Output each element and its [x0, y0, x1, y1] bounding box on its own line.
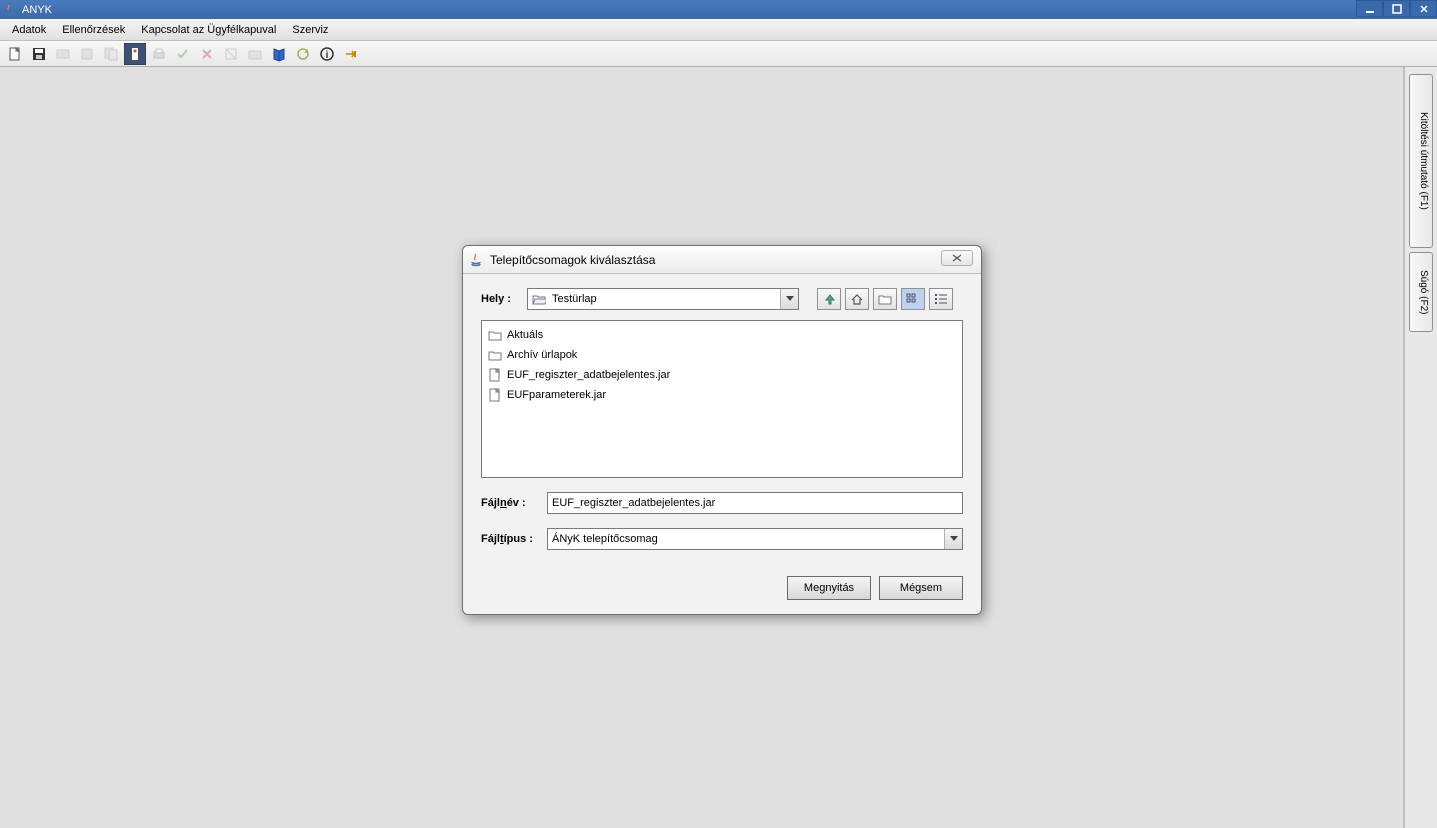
- filetype-label: Fájltípus :: [481, 533, 541, 545]
- refresh-icon[interactable]: [292, 43, 314, 65]
- toolbar: i: [0, 41, 1437, 67]
- menu-ellenorzesek[interactable]: Ellenőrzések: [54, 21, 133, 39]
- tool-btn-6[interactable]: [124, 43, 146, 65]
- list-item[interactable]: EUFparameterek.jar: [486, 385, 958, 405]
- pointer-icon[interactable]: [340, 43, 362, 65]
- menu-szerviz[interactable]: Szerviz: [284, 21, 336, 39]
- print-icon: [148, 43, 170, 65]
- filename-label: Fájlnév :: [481, 497, 541, 509]
- folder-icon: [488, 328, 502, 342]
- list-item[interactable]: Aktuáls: [486, 325, 958, 345]
- location-value: Testürlap: [552, 293, 597, 305]
- filetype-combo[interactable]: ÁNyK telepítőcsomag: [547, 528, 963, 550]
- filetype-value: ÁNyK telepítőcsomag: [552, 533, 658, 545]
- dialog-title: Telepítőcsomagok kiválasztása: [490, 253, 655, 267]
- dialog-buttons: Megnyitás Mégsem: [481, 576, 963, 600]
- close-button[interactable]: [1410, 0, 1437, 17]
- file-icon: [488, 368, 502, 382]
- list-view-button[interactable]: [901, 288, 925, 310]
- tool-btn-11: [244, 43, 266, 65]
- side-tab-help[interactable]: Súgó (F2): [1409, 252, 1433, 332]
- filename-row: Fájlnév :: [481, 492, 963, 514]
- home-button[interactable]: [845, 288, 869, 310]
- minimize-button[interactable]: [1356, 0, 1383, 17]
- tool-btn-4: [76, 43, 98, 65]
- up-one-level-button[interactable]: [817, 288, 841, 310]
- titlebar: ANYK: [0, 0, 1437, 19]
- info-icon[interactable]: i: [316, 43, 338, 65]
- list-item[interactable]: Archív ürlapok: [486, 345, 958, 365]
- dialog-body: Hely : Testürlap Aktuáls: [463, 274, 981, 614]
- filename-input[interactable]: [547, 492, 963, 514]
- java-icon: [4, 3, 18, 17]
- window-title: ANYK: [22, 4, 52, 16]
- list-item[interactable]: EUF_regiszter_adatbejelentes.jar: [486, 365, 958, 385]
- chevron-down-icon[interactable]: [944, 529, 962, 549]
- menu-adatok[interactable]: Adatok: [4, 21, 54, 39]
- folder-icon: [488, 348, 502, 362]
- tool-btn-3: [52, 43, 74, 65]
- location-row: Hely : Testürlap: [481, 288, 963, 310]
- dialog-titlebar[interactable]: Telepítőcsomagok kiválasztása: [463, 246, 981, 274]
- file-name: EUFparameterek.jar: [507, 389, 606, 401]
- side-tab-guide[interactable]: Kitöltési útmutató (F1): [1409, 74, 1433, 248]
- folder-open-icon: [532, 293, 548, 305]
- file-icon: [488, 388, 502, 402]
- svg-text:i: i: [326, 50, 329, 61]
- window-controls: [1356, 0, 1437, 19]
- maximize-button[interactable]: [1383, 0, 1410, 17]
- book-icon[interactable]: [268, 43, 290, 65]
- location-combo[interactable]: Testürlap: [527, 288, 799, 310]
- save-icon[interactable]: [28, 43, 50, 65]
- file-name: Archív ürlapok: [507, 349, 577, 361]
- side-tabs: Kitöltési útmutató (F1) Súgó (F2): [1409, 74, 1433, 332]
- file-list[interactable]: Aktuáls Archív ürlapok EUF_regiszter_ada…: [481, 320, 963, 478]
- dialog-close-button[interactable]: [941, 250, 973, 266]
- tool-btn-10: [220, 43, 242, 65]
- chevron-down-icon[interactable]: [780, 289, 798, 309]
- cancel-button[interactable]: Mégsem: [879, 576, 963, 600]
- file-name: EUF_regiszter_adatbejelentes.jar: [507, 369, 670, 381]
- file-chooser-dialog: Telepítőcsomagok kiválasztása Hely : Tes…: [462, 245, 982, 615]
- location-label: Hely :: [481, 293, 521, 305]
- file-name: Aktuáls: [507, 329, 543, 341]
- new-icon[interactable]: [4, 43, 26, 65]
- details-view-button[interactable]: [929, 288, 953, 310]
- tool-btn-5: [100, 43, 122, 65]
- java-icon: [469, 252, 485, 268]
- open-button[interactable]: Megnyitás: [787, 576, 871, 600]
- new-folder-button[interactable]: [873, 288, 897, 310]
- filetype-row: Fájltípus : ÁNyK telepítőcsomag: [481, 528, 963, 550]
- menubar: Adatok Ellenőrzések Kapcsolat az Ügyfélk…: [0, 19, 1437, 41]
- cancel-icon: [196, 43, 218, 65]
- check-icon: [172, 43, 194, 65]
- menu-kapcsolat[interactable]: Kapcsolat az Ügyfélkapuval: [133, 21, 284, 39]
